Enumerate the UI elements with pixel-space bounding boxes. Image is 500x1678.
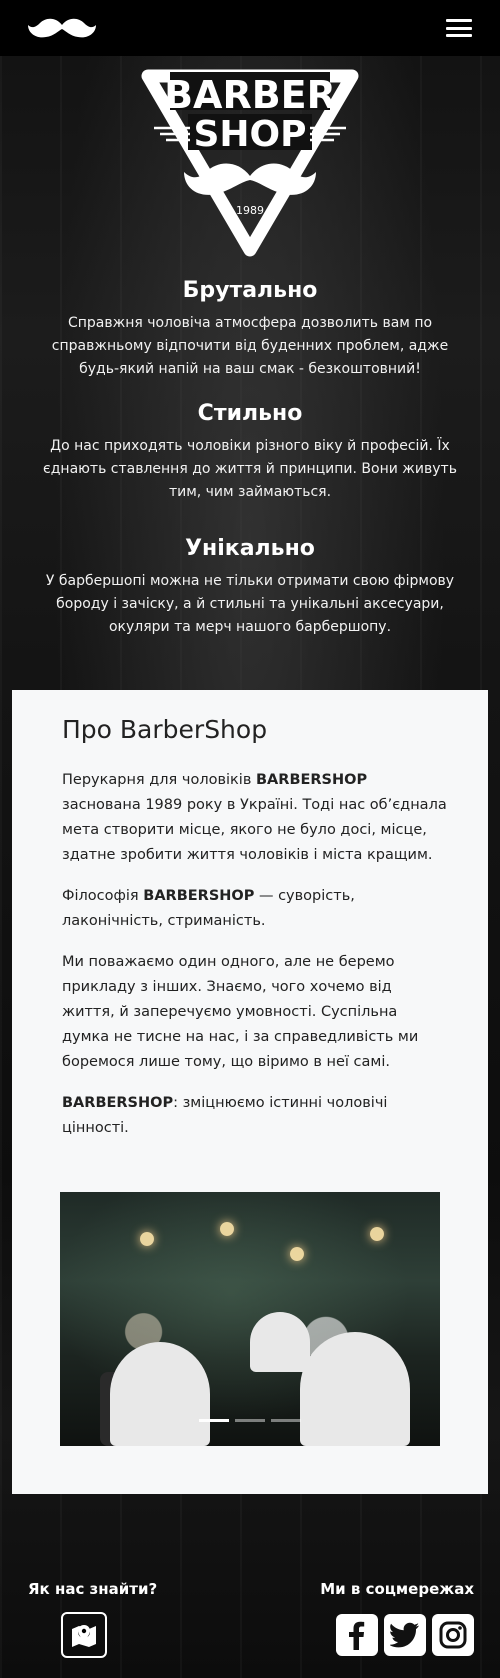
barbershop-logo: BARBER SHOP 1989 [141, 69, 359, 257]
client-cape [110, 1342, 210, 1446]
facebook-icon[interactable] [336, 1614, 378, 1656]
logo-text-shop: SHOP [193, 114, 306, 155]
feature-title: Брутально [182, 278, 318, 303]
client-cape [300, 1332, 410, 1446]
feature-stylish: Стильно До нас приходять чоловіки різног… [0, 399, 500, 504]
brand-name: BARBERSHOP [256, 772, 368, 788]
feature-text: До нас приходять чоловіки різного віку й… [43, 438, 457, 500]
lamp-light [290, 1247, 304, 1261]
feature-unique: Унікально У барбершопі можна не тільки о… [0, 534, 500, 639]
feature-title: Унікально [185, 536, 315, 561]
logo-year: 1989 [236, 204, 264, 217]
feature-text: Справжня чоловіча атмосфера дозволить ва… [51, 315, 449, 377]
logo-text-barber: BARBER [164, 73, 336, 117]
about-paragraph: Перукарня для чоловіків BARBERSHOP засно… [62, 768, 447, 868]
lamp-light [140, 1232, 154, 1246]
lamp-light [220, 1222, 234, 1236]
map-marker-icon[interactable] [61, 1612, 107, 1658]
feature-title: Стильно [197, 401, 303, 426]
brand-name: BARBERSHOP [143, 888, 255, 904]
footer-social-title: Ми в соцмережах [320, 1580, 474, 1598]
text-span: Філософія [62, 888, 144, 904]
navbar [0, 0, 500, 56]
instagram-icon[interactable] [432, 1614, 474, 1656]
client-cape [250, 1312, 310, 1372]
hamburger-icon[interactable] [446, 17, 472, 39]
text-span: Перукарня для чоловіків [62, 772, 256, 788]
photo-carousel[interactable] [60, 1192, 440, 1446]
text-span: заснована 1989 року в Україні. Тоді нас … [62, 797, 447, 863]
carousel-indicators [60, 1419, 440, 1422]
twitter-icon[interactable] [384, 1614, 426, 1656]
feature-text: У барбершопі можна не тільки отримати св… [45, 573, 455, 635]
lamp-light [370, 1227, 384, 1241]
mustache-icon[interactable] [26, 15, 98, 41]
about-section: Про BarberShop Перукарня для чоловіків B… [12, 690, 488, 1494]
carousel-indicator-3[interactable] [271, 1419, 301, 1422]
about-title: Про BarberShop [62, 715, 268, 744]
about-paragraph: BARBERSHOP: зміцнюємо істинні чоловічі ц… [62, 1091, 447, 1141]
footer-find-us-title: Як нас знайти? [28, 1580, 158, 1598]
footer: Як нас знайти? Ми в соцмережах [0, 1560, 500, 1678]
feature-brutal: Брутально Справжня чоловіча атмосфера до… [0, 276, 500, 381]
carousel-indicator-2[interactable] [235, 1419, 265, 1422]
about-paragraph: Ми поважаємо один одного, але не беремо … [62, 954, 419, 1070]
social-links [336, 1614, 474, 1656]
carousel-indicator-1[interactable] [199, 1419, 229, 1422]
about-paragraph: Філософія BARBERSHOP — суворість, лаконі… [62, 884, 447, 934]
brand-name: BARBERSHOP [62, 1095, 174, 1111]
